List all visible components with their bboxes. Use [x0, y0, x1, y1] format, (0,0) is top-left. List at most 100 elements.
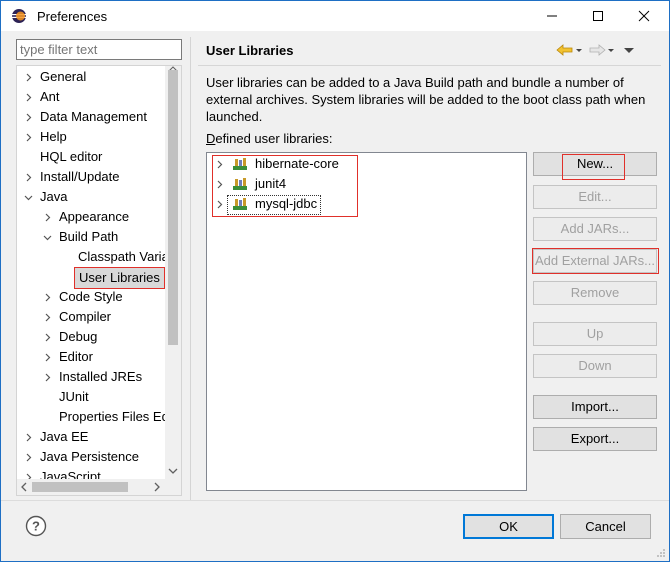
tree-item-label: Data Management	[40, 109, 147, 124]
tree-vertical-scrollbar[interactable]	[165, 66, 181, 479]
library-item[interactable]: junit4	[212, 174, 512, 194]
tree-item-label: Java Persistence	[40, 449, 139, 464]
tree-item-label: HQL editor	[40, 149, 103, 164]
resize-grip-icon[interactable]	[656, 548, 666, 558]
chevron-right-icon[interactable]	[23, 127, 33, 147]
page-navigation	[556, 41, 636, 59]
preferences-window: Preferences JavaScriptJava PersistenceJa…	[0, 0, 670, 562]
tree-item-label: Code Style	[59, 289, 123, 304]
panel-sash[interactable]	[190, 37, 191, 500]
chevron-right-icon[interactable]	[23, 167, 33, 187]
chevron-right-icon[interactable]	[215, 194, 225, 214]
library-item[interactable]: hibernate-core	[212, 154, 512, 174]
tree-item[interactable]: Classpath Varia	[17, 247, 169, 267]
chevron-right-icon[interactable]	[23, 87, 33, 107]
close-button[interactable]	[621, 1, 667, 31]
back-arrow-icon[interactable]	[556, 43, 574, 57]
tree-item[interactable]: Java Persistence	[17, 447, 167, 467]
forward-menu-icon[interactable]	[606, 43, 616, 57]
library-icon	[233, 158, 247, 170]
tree-item[interactable]: Help	[17, 127, 167, 147]
back-menu-icon[interactable]	[574, 43, 584, 57]
minimize-icon	[547, 15, 557, 17]
down-button[interactable]: Down	[533, 354, 657, 378]
eclipse-icon	[12, 9, 26, 23]
help-icon[interactable]: ?	[25, 515, 47, 537]
page-description: User libraries can be added to a Java Bu…	[206, 75, 646, 124]
chevron-right-icon[interactable]	[42, 307, 52, 327]
tree-hscroll-thumb[interactable]	[32, 482, 128, 492]
user-libraries-list[interactable]: hibernate-core junit4 mysql-jdbc	[206, 152, 527, 491]
cancel-button[interactable]: Cancel	[560, 514, 651, 539]
tree-item-label: Appearance	[59, 209, 130, 224]
chevron-right-icon[interactable]	[23, 427, 33, 447]
import-button[interactable]: Import...	[533, 395, 657, 419]
tree-item-label: General	[40, 69, 87, 84]
ok-button[interactable]: OK	[463, 514, 554, 539]
tree-item[interactable]: Editor	[17, 347, 167, 367]
scroll-right-icon[interactable]	[153, 482, 161, 492]
minimize-button[interactable]	[529, 1, 575, 31]
chevron-down-icon[interactable]	[42, 227, 52, 247]
chevron-right-icon[interactable]	[42, 367, 52, 387]
scroll-left-icon[interactable]	[20, 482, 28, 492]
tree-horizontal-scrollbar[interactable]	[17, 479, 167, 495]
library-name: hibernate-core	[255, 156, 339, 171]
window-title: Preferences	[37, 9, 108, 24]
tree-item-label: Install/Update	[40, 169, 120, 184]
chevron-right-icon[interactable]	[215, 154, 225, 174]
defined-libraries-text: Defined user libraries:	[206, 131, 333, 146]
tree-item[interactable]: Build Path	[17, 227, 167, 247]
tree-item[interactable]: Ant	[17, 87, 167, 107]
tree-item-label: Java EE	[40, 429, 89, 444]
tree-item-label: User Libraries	[74, 267, 165, 289]
chevron-right-icon[interactable]	[42, 347, 52, 367]
tree-item[interactable]: Debug	[17, 327, 167, 347]
add-jars-button[interactable]: Add JARs...	[533, 217, 657, 241]
tree-item[interactable]: JUnit	[17, 387, 167, 407]
chevron-down-icon[interactable]	[23, 187, 33, 207]
chevron-right-icon[interactable]	[215, 174, 225, 194]
page-title: User Libraries	[206, 43, 294, 58]
tree-item[interactable]: HQL editor	[17, 147, 167, 167]
forward-arrow-icon[interactable]	[588, 43, 606, 57]
footer-separator	[1, 500, 669, 501]
tree-item[interactable]: Compiler	[17, 307, 167, 327]
tree-item-label: Properties Files Ed	[59, 409, 169, 424]
tree-item[interactable]: Code Style	[17, 287, 167, 307]
tree-item[interactable]: Java EE	[17, 427, 167, 447]
selection-focus-box	[227, 195, 321, 215]
close-icon	[638, 10, 650, 22]
filter-input[interactable]	[16, 39, 182, 60]
tree-item[interactable]: Appearance	[17, 207, 167, 227]
tree-vscroll-thumb[interactable]	[168, 70, 178, 345]
chevron-right-icon[interactable]	[42, 207, 52, 227]
chevron-right-icon[interactable]	[42, 327, 52, 347]
tree-item[interactable]: Properties Files Ed	[17, 407, 169, 427]
maximize-button[interactable]	[575, 1, 621, 31]
scroll-corner	[165, 479, 181, 495]
tree-item-label: Installed JREs	[59, 369, 143, 384]
defined-libraries-label: Defined user libraries:	[206, 131, 332, 146]
tree-item[interactable]: Install/Update	[17, 167, 167, 187]
tree-item[interactable]: Java	[17, 187, 167, 207]
remove-button[interactable]: Remove	[533, 281, 657, 305]
scroll-down-icon[interactable]	[168, 467, 178, 475]
tree-item[interactable]: User Libraries	[17, 267, 167, 289]
tree-item[interactable]: General	[17, 67, 167, 87]
tree-item-label: Ant	[40, 89, 60, 104]
chevron-right-icon[interactable]	[23, 447, 33, 467]
export-button[interactable]: Export...	[533, 427, 657, 451]
up-button[interactable]: Up	[533, 322, 657, 346]
view-menu-icon[interactable]	[622, 43, 636, 57]
chevron-right-icon[interactable]	[23, 107, 33, 127]
add-external-highlight-box	[532, 248, 659, 274]
preference-tree[interactable]: JavaScript Java Persistence Java EE Propert…	[16, 65, 182, 496]
new-highlight-box	[562, 154, 625, 180]
tree-item[interactable]: Data Management	[17, 107, 167, 127]
edit-button[interactable]: Edit...	[533, 185, 657, 209]
chevron-right-icon[interactable]	[42, 287, 52, 307]
tree-item[interactable]: Installed JREs	[17, 367, 167, 387]
chevron-right-icon[interactable]	[23, 67, 33, 87]
maximize-icon	[593, 11, 603, 21]
